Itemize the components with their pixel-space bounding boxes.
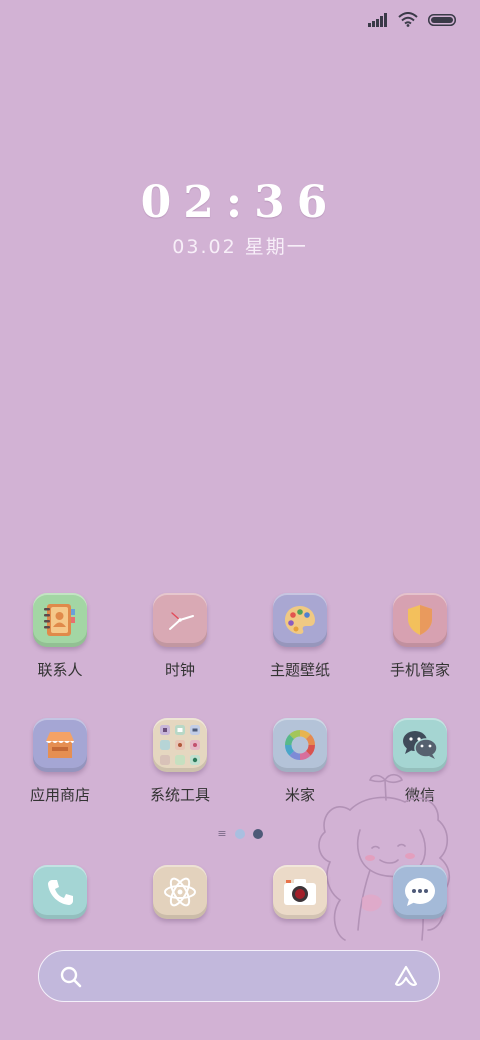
wifi-icon: [398, 12, 418, 27]
app-themes[interactable]: 主题壁纸: [240, 593, 360, 679]
status-bar: [368, 12, 456, 27]
palette-icon[interactable]: [273, 593, 327, 647]
app-security[interactable]: 手机管家: [360, 593, 480, 679]
app-contacts[interactable]: 联系人: [0, 593, 120, 679]
app-label: 主题壁纸: [269, 661, 330, 679]
atom-icon[interactable]: [153, 865, 207, 919]
signal-bars-icon: [368, 12, 387, 27]
mijia-icon[interactable]: [273, 718, 327, 772]
search-icon[interactable]: [59, 965, 83, 989]
app-clock[interactable]: 时钟: [120, 593, 240, 679]
dock-messages[interactable]: [360, 865, 480, 919]
app-label: 应用商店: [29, 786, 90, 804]
clock-widget[interactable]: 02:36 03.02 星期一: [0, 180, 480, 259]
dock-browser[interactable]: [120, 865, 240, 919]
dock: [0, 865, 480, 919]
clock-icon[interactable]: [153, 593, 207, 647]
clock-date: 03.02 星期一: [172, 236, 308, 258]
contacts-icon[interactable]: [33, 593, 87, 647]
battery-icon: [428, 13, 456, 26]
shield-icon[interactable]: [393, 593, 447, 647]
app-label: 时钟: [164, 661, 195, 679]
clock-time: 02:36: [140, 177, 340, 228]
page-dot-active[interactable]: [252, 828, 263, 839]
assistant-logo-icon[interactable]: [393, 964, 419, 988]
app-grid-row-1: 联系人 时钟 主题壁纸 手机管家: [0, 593, 480, 679]
app-label: 联系人: [37, 661, 83, 679]
wechat-icon[interactable]: [393, 718, 447, 772]
search-bar[interactable]: [38, 950, 440, 1002]
app-system-tools-folder[interactable]: 系统工具: [120, 718, 240, 804]
page-list-icon[interactable]: ≡: [217, 828, 226, 839]
folder-icon[interactable]: [153, 718, 207, 772]
dock-phone[interactable]: [0, 865, 120, 919]
page-indicator: ≡: [0, 828, 480, 839]
page-dot[interactable]: [234, 828, 245, 839]
store-icon[interactable]: [33, 718, 87, 772]
message-icon[interactable]: [393, 865, 447, 919]
dock-camera[interactable]: [240, 865, 360, 919]
app-label: 手机管家: [389, 661, 450, 679]
app-store[interactable]: 应用商店: [0, 718, 120, 804]
app-label: 系统工具: [149, 786, 210, 804]
phone-icon[interactable]: [33, 865, 87, 919]
camera-icon[interactable]: [273, 865, 327, 919]
